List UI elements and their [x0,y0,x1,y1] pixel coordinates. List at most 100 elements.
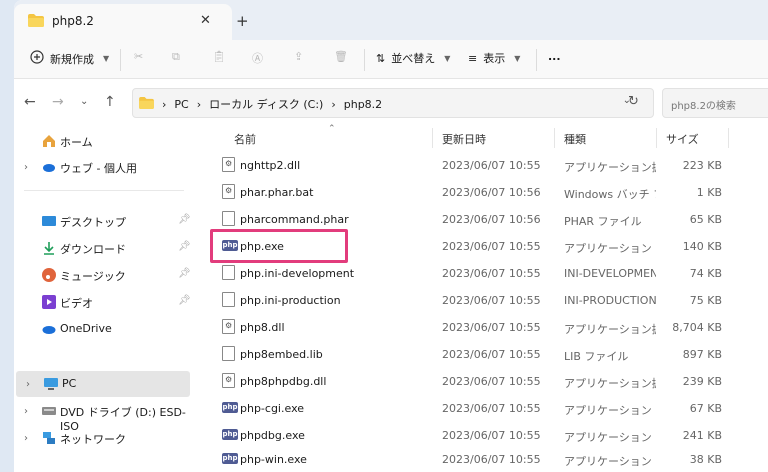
pin-icon[interactable]: 📌︎ [178,268,191,279]
sidebar-item-home[interactable]: ホーム [14,128,196,154]
breadcrumb-pc[interactable]: PC [174,98,188,111]
divider [728,128,729,148]
forward-arrow-icon[interactable]: → [52,94,64,110]
file-row[interactable]: php.ini-production 2023/06/07 10:55 INI-… [196,287,768,313]
file-row[interactable]: pharcommand.phar 2023/06/07 10:56 PHAR フ… [196,206,768,232]
back-arrow-icon[interactable]: ← [24,94,36,110]
cloud-icon [42,160,56,174]
column-type[interactable]: 種類 [564,131,586,147]
sidebar-item-pc[interactable]: › PC [16,371,190,397]
video-icon [42,295,56,309]
chevron-down-icon: ▼ [444,53,451,63]
expand-chevron-icon[interactable]: › [24,162,28,173]
chevron-down-icon: ▼ [103,54,110,63]
tab-php82[interactable]: php8.2 ✕ [14,4,232,40]
sidebar-item-music[interactable]: ミュージック 📌︎ [14,262,196,288]
sidebar-item-onedrive[interactable]: OneDrive [14,316,196,342]
file-row[interactable]: php phpdbg.exe 2023/06/07 10:55 アプリケーション… [196,422,768,448]
tab-bar: php8.2 ✕ + [14,0,768,40]
divider [120,49,121,71]
file-icon [222,265,235,280]
dll-file-icon [222,157,235,172]
close-tab-icon[interactable]: ✕ [200,13,211,28]
music-icon [42,268,56,282]
search-input[interactable]: php8.2の検索 [662,88,768,118]
chevron-down-icon: ▼ [514,53,521,63]
sidebar-item-desktop[interactable]: デスクトップ 📌︎ [14,208,196,234]
divider [536,49,537,71]
file-row[interactable]: php8phpdbg.dll 2023/06/07 10:55 アプリケーション… [196,368,768,394]
breadcrumb-separator-icon: › [331,97,336,111]
file-row[interactable]: php.ini-development 2023/06/07 10:55 INI… [196,260,768,286]
paste-button[interactable]: 📋︎ [212,50,226,63]
sidebar-item-web[interactable]: › ウェブ - 個人用 [14,154,196,180]
php-exe-icon: php [222,402,238,413]
download-icon [42,241,56,255]
new-tab-button[interactable]: + [236,12,249,30]
pc-icon [44,377,58,391]
search-placeholder: php8.2の検索 [671,101,736,112]
breadcrumb-separator-icon: › [162,97,167,111]
view-label: 表示 [483,52,506,65]
new-button[interactable]: 新規作成 ▼ [30,50,109,67]
trash-icon: 🗑︎ [334,50,348,63]
file-row[interactable]: php php-cgi.exe 2023/06/07 10:55 アプリケーショ… [196,395,768,421]
folder-icon [28,14,44,30]
navigation-pane: ホーム › ウェブ - 個人用 デスクトップ 📌︎ ダウンロード 📌︎ ミュージ… [14,124,196,472]
dvd-icon [42,404,56,418]
scissors-icon: ✂ [134,50,144,63]
address-bar[interactable]: › PC › ローカル ディスク (C:) › php8.2 ⌄ [132,88,654,118]
sidebar-item-network[interactable]: › ネットワーク [14,425,196,451]
divider [554,128,555,148]
expand-chevron-icon[interactable]: › [26,379,30,390]
file-row[interactable]: php8embed.lib 2023/06/07 10:55 LIB ファイル … [196,341,768,367]
sidebar-item-downloads[interactable]: ダウンロード 📌︎ [14,235,196,261]
plus-circle-icon [30,50,44,67]
tab-title: php8.2 [52,14,94,28]
file-list: ⌃ 名前 更新日時 種類 サイズ nghttp2.dll 2023/06/07 … [196,124,768,472]
expand-chevron-icon[interactable]: › [24,406,28,417]
onedrive-icon [42,322,56,336]
column-name[interactable]: 名前 [234,131,256,147]
file-row[interactable]: php8.dll 2023/06/07 10:55 アプリケーション拡張 8,7… [196,314,768,340]
home-icon [42,134,56,148]
up-arrow-icon[interactable]: ↑ [104,94,116,110]
pin-icon[interactable]: 📌︎ [178,214,191,225]
cut-button[interactable]: ✂ [134,50,143,63]
more-button[interactable]: ... [548,50,561,63]
share-button[interactable]: ⇪ [294,50,303,63]
sort-button[interactable]: ⇅ 並べ替え ▼ [376,50,450,66]
view-button[interactable]: ≡ 表示 ▼ [468,50,520,66]
file-row[interactable]: php php-win.exe 2023/06/07 10:55 アプリケーショ… [196,446,768,472]
copy-icon: ⧉ [172,50,180,63]
batch-file-icon [222,184,235,199]
pin-icon[interactable]: 📌︎ [178,295,191,306]
breadcrumb-separator-icon: › [196,97,202,111]
refresh-icon[interactable]: ↻ [628,94,639,109]
explorer-window: php8.2 ✕ + 新規作成 ▼ ✂ ⧉ 📋︎ Ⓐ ⇪ 🗑︎ ⇅ 並べ替え ▼… [14,0,768,472]
file-row[interactable]: phar.phar.bat 2023/06/07 10:56 Windows バ… [196,179,768,205]
expand-chevron-icon[interactable]: › [24,433,28,444]
sidebar-item-dvd[interactable]: › DVD ドライブ (D:) ESD-ISO [14,398,196,434]
copy-button[interactable]: ⧉ [172,50,180,64]
sort-arrows-icon: ⇅ [376,51,386,65]
delete-button[interactable]: 🗑︎ [334,50,348,63]
network-icon [42,431,56,445]
column-date[interactable]: 更新日時 [442,131,486,147]
rename-button[interactable]: Ⓐ [252,50,263,66]
dll-file-icon [222,319,235,334]
file-row[interactable]: nghttp2.dll 2023/06/07 10:55 アプリケーション拡張 … [196,152,768,178]
recent-chevron-icon[interactable]: ⌄ [80,96,88,107]
new-label: 新規作成 [50,52,94,66]
php-exe-icon: php [222,429,238,440]
sidebar-item-videos[interactable]: ビデオ 📌︎ [14,289,196,315]
pin-icon[interactable]: 📌︎ [178,241,191,252]
breadcrumb-php82[interactable]: php8.2 [344,98,382,111]
more-icon: ... [548,50,561,63]
column-size[interactable]: サイズ [666,131,699,147]
dll-file-icon [222,373,235,388]
file-icon [222,292,235,307]
file-row[interactable]: php php.exe 2023/06/07 10:55 アプリケーション 14… [196,233,768,259]
paste-icon: 📋︎ [212,50,226,63]
breadcrumb-local-disk[interactable]: ローカル ディスク (C:) [209,96,323,112]
